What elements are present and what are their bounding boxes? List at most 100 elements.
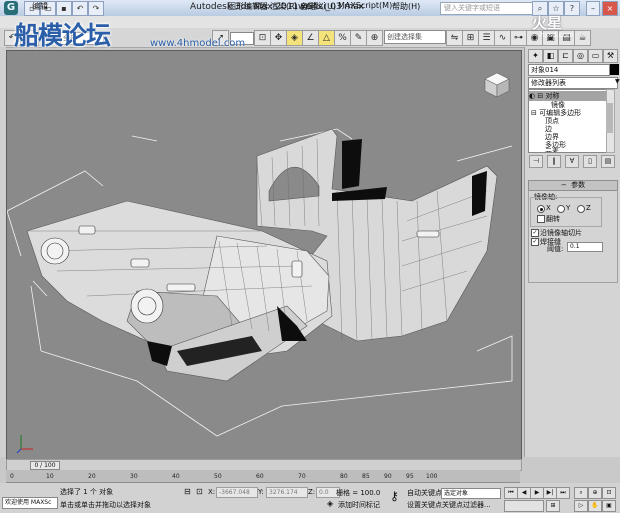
help-icon[interactable]: ? [564, 1, 580, 16]
selection-set-input[interactable]: 创建选择集 [384, 30, 446, 44]
menu-rendering[interactable]: 渲染(R) [270, 1, 298, 12]
stack-scrollbar-thumb[interactable] [606, 103, 613, 133]
x-coordinate-label: X: [208, 488, 216, 496]
prompt-line: 单击或单击并拖动以选择对象 [60, 501, 151, 509]
hierarchy-tab-icon[interactable]: ⊏ [558, 49, 573, 63]
object-color-swatch[interactable] [610, 64, 619, 75]
field-of-view-icon[interactable]: ▷ [574, 500, 588, 512]
motion-tab-icon[interactable]: ◎ [573, 49, 588, 63]
chevron-down-icon[interactable]: ▼ [615, 77, 620, 87]
zoom-extents-icon[interactable]: ⊡ [602, 487, 616, 499]
zoom-icon[interactable]: ⌕ [574, 487, 588, 499]
tick-100: 100 [426, 473, 438, 480]
align-icon[interactable]: ⊞ [462, 30, 479, 46]
close-icon[interactable]: × [602, 1, 618, 16]
tick-40: 40 [172, 473, 180, 480]
key-icon[interactable]: ⚷ [390, 489, 399, 503]
stack-item-element[interactable]: 元素 [545, 147, 559, 152]
time-tag-icon[interactable]: ◈ [327, 499, 333, 508]
menu-edit[interactable]: 编辑 [32, 1, 48, 12]
y-coordinate-field[interactable]: 3276.174 [266, 487, 308, 498]
modifier-list-select[interactable]: 修改器列表 [528, 77, 618, 89]
tick-95: 95 [406, 473, 414, 480]
angle-snap-icon[interactable]: ∠ [302, 30, 319, 46]
axis-tripod-icon [16, 435, 33, 454]
zoom-all-icon[interactable]: ⊕ [588, 487, 602, 499]
menu-graph-editors[interactable]: 图形编辑器 [228, 1, 268, 12]
lightbulb-icon[interactable]: ◐ [529, 92, 535, 100]
time-configuration-icon[interactable]: ⊞ [546, 500, 560, 512]
auto-key-select[interactable]: 选定对象 [441, 488, 501, 499]
stack-item-symmetry[interactable]: ◐ ⊟ 对称 [529, 91, 606, 101]
x-coordinate-field[interactable]: -3667.048 [216, 487, 258, 498]
lock-selection-icon[interactable]: ⊟ [184, 487, 191, 496]
tick-80: 80 [340, 473, 348, 480]
tick-90: 90 [384, 473, 392, 480]
remove-modifier-icon[interactable]: ▯ [583, 155, 597, 168]
next-frame-icon[interactable]: ▶| [543, 487, 557, 499]
display-tab-icon[interactable]: ▭ [588, 49, 603, 63]
set-key-button[interactable]: 设置关键点 [407, 500, 442, 510]
slice-along-mirror-checkbox[interactable]: ✓ [531, 229, 539, 237]
y-coordinate-label: Y: [258, 488, 264, 496]
mirror-icon[interactable]: ⇋ [446, 30, 463, 46]
absolute-mode-icon[interactable]: ⊡ [196, 487, 203, 496]
go-to-end-icon[interactable]: ⏭ [556, 487, 570, 499]
go-to-start-icon[interactable]: ⏮ [504, 487, 518, 499]
make-unique-icon[interactable]: ∀ [565, 155, 579, 168]
show-end-result-icon[interactable]: ‖ [547, 155, 561, 168]
time-slider[interactable]: 0 / 100 [30, 461, 60, 470]
move-icon[interactable]: ✥ [270, 30, 287, 46]
flip-label: 翻转 [546, 215, 560, 223]
selection-status: 选择了 1 个 对象 [60, 488, 114, 496]
axis-x-radio[interactable] [537, 205, 545, 213]
tick-50: 50 [214, 473, 222, 480]
percent-snap-icon[interactable]: △ [318, 30, 335, 46]
axis-y-radio[interactable] [557, 205, 565, 213]
configure-sets-icon[interactable]: ▤ [601, 155, 615, 168]
auto-key-button[interactable]: 自动关键点 [407, 488, 442, 498]
minimize-icon[interactable]: – [586, 1, 600, 16]
key-filters-button[interactable]: 关键点过滤器... [442, 500, 491, 510]
spinner-snap-icon[interactable]: % [334, 30, 351, 46]
axis-z-radio[interactable] [577, 205, 585, 213]
pin-stack-icon[interactable]: ⊣ [529, 155, 543, 168]
current-frame-field[interactable] [504, 500, 544, 512]
maxscript-listener[interactable]: 欢迎使用 MAXSc [2, 497, 58, 509]
pan-icon[interactable]: ✋ [588, 500, 602, 512]
menu-customize[interactable]: 自定义(U) [300, 1, 336, 12]
forum-watermark-url: www.4hmodel.com [150, 38, 246, 49]
menu-maxscript[interactable]: MAXScript(M) [338, 1, 392, 10]
snap-toggle-icon[interactable]: ◈ [286, 30, 303, 46]
grid-size: 栅格 = 100.0 [336, 489, 381, 497]
object-name-field[interactable]: 对象014 [528, 64, 610, 76]
create-tab-icon[interactable]: ✦ [528, 49, 543, 63]
viewport-canvas[interactable] [7, 51, 521, 459]
search-input[interactable]: 键入关键字或短语 [440, 2, 533, 15]
command-panel: ✦ ◧ ⊏ ◎ ▭ ⚒ 对象014 修改器列表 ▼ ◐ ⊟ 对称 镜像 ⊟ 可编… [524, 47, 620, 457]
save-file-icon[interactable]: ▪ [56, 1, 72, 16]
schematic-view-icon[interactable]: ⊶ [510, 30, 527, 46]
curve-editor-icon[interactable]: ∿ [494, 30, 511, 46]
layer-manager-icon[interactable]: ☰ [478, 30, 495, 46]
threshold-spinner[interactable]: 0.1 [567, 242, 603, 252]
modify-tab-icon[interactable]: ◧ [543, 49, 558, 63]
render-icon[interactable]: ☕ [574, 30, 591, 46]
utilities-tab-icon[interactable]: ⚒ [603, 49, 618, 63]
undo-icon[interactable]: ↶ [72, 1, 88, 16]
redo-icon[interactable]: ↷ [88, 1, 104, 16]
previous-frame-icon[interactable]: ◀ [517, 487, 531, 499]
menu-help[interactable]: 帮助(H) [392, 1, 420, 12]
weld-seam-checkbox[interactable]: ✓ [531, 238, 539, 246]
pivot-center-icon[interactable]: ⊡ [254, 30, 271, 46]
named-selection-icon[interactable]: ⊕ [366, 30, 383, 46]
maximize-viewport-icon[interactable]: ▣ [602, 500, 616, 512]
modifier-stack[interactable]: ◐ ⊟ 对称 镜像 ⊟ 可编辑多边形 顶点 边 边界 多边形 元素 [528, 89, 607, 153]
perspective-viewport[interactable] [6, 50, 522, 460]
edit-named-selection-icon[interactable]: ✎ [350, 30, 367, 46]
play-icon[interactable]: ▶ [530, 487, 544, 499]
tick-60: 60 [256, 473, 264, 480]
flip-checkbox[interactable] [537, 215, 545, 223]
add-time-tag[interactable]: 添加时间标记 [338, 500, 380, 510]
app-logo-icon[interactable]: G [4, 1, 18, 15]
